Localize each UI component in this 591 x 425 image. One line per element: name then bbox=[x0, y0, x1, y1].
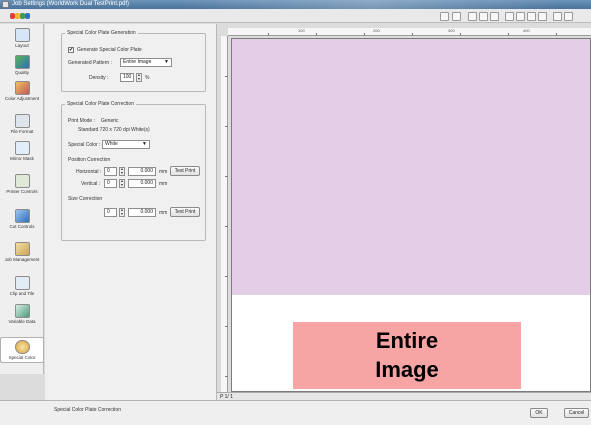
quality-icon bbox=[14, 55, 30, 69]
cut-controls-icon bbox=[14, 209, 30, 223]
generate-checkbox[interactable]: ✔ bbox=[68, 47, 74, 53]
printer-controls-icon bbox=[14, 174, 30, 188]
rotate-button[interactable] bbox=[516, 12, 525, 21]
special-color-label: Special Color : bbox=[68, 142, 101, 148]
brand-logo bbox=[10, 11, 30, 21]
pattern-value: Entire Image bbox=[123, 59, 152, 65]
preview-area: 100 200 300 400 Entire Image P 1/ 1 bbox=[217, 24, 591, 400]
horizontal-stepper[interactable]: ▲ ▼ bbox=[119, 167, 125, 176]
preview-page[interactable]: Entire Image bbox=[231, 38, 591, 392]
position-correction-label: Position Correction bbox=[68, 157, 111, 163]
density-unit: % bbox=[145, 75, 150, 81]
position-test-print-button[interactable]: Test Print bbox=[170, 166, 200, 176]
pan-tool-button[interactable] bbox=[505, 12, 514, 21]
grid-button[interactable] bbox=[527, 12, 536, 21]
resolution-text: Standard 720 x 720 dpi White(s) bbox=[78, 127, 150, 133]
sidebar-item-quality[interactable]: Quality bbox=[0, 55, 44, 75]
size-unit: mm bbox=[159, 210, 168, 216]
ok-button[interactable]: OK bbox=[530, 408, 548, 418]
generation-legend: Special Color Plate Generation bbox=[67, 30, 136, 36]
job-management-icon bbox=[14, 242, 30, 256]
fit-page-button[interactable] bbox=[440, 12, 449, 21]
sidebar-item-layout[interactable]: Layout bbox=[0, 28, 44, 48]
settings-panel: Special Color Plate Generation ✔ Generat… bbox=[45, 24, 217, 407]
fit-width-button[interactable] bbox=[452, 12, 461, 21]
sidebar-item-color-adjustment[interactable]: Color Adjustment bbox=[0, 81, 44, 101]
size-test-print-button[interactable]: Test Print bbox=[170, 207, 200, 217]
print-mode-label: Print Mode : bbox=[68, 118, 95, 124]
sidebar-item-file-format[interactable]: File Format bbox=[0, 114, 44, 134]
sidebar-item-clip-and-tile[interactable]: Clip and Tile bbox=[0, 276, 44, 296]
clip-and-tile-icon bbox=[14, 276, 30, 290]
sidebar-item-mirror-mask[interactable]: Mirror Mask bbox=[0, 141, 44, 161]
generate-label: Generate Special Color Plate bbox=[77, 47, 142, 53]
window-title: Job Settings (WorldWork Dual TestPrint.p… bbox=[12, 1, 130, 7]
ruler-number: 100 bbox=[298, 28, 305, 33]
chevron-down-icon: ▼ bbox=[164, 59, 169, 65]
variable-data-icon bbox=[14, 304, 30, 318]
title-bar: Job Settings (WorldWork Dual TestPrint.p… bbox=[0, 0, 591, 9]
color-adjustment-icon bbox=[14, 81, 30, 95]
chevron-down-icon: ▼ bbox=[142, 141, 147, 147]
horizontal-mm-field: 0.000 bbox=[128, 167, 156, 176]
help-button[interactable] bbox=[564, 12, 573, 21]
size-correction-label: Size Correction bbox=[68, 196, 103, 202]
vertical-ruler bbox=[221, 36, 228, 392]
pattern-overlay-label: Entire Image bbox=[293, 322, 521, 389]
ruler-number: 200 bbox=[373, 28, 380, 33]
size-input[interactable]: 0 bbox=[104, 208, 117, 217]
horizontal-ruler: 100 200 300 400 bbox=[228, 28, 591, 36]
density-label: Density : bbox=[89, 75, 109, 81]
special-color-select[interactable]: White ▼ bbox=[102, 140, 150, 149]
status-text: Special Color Plate Correction bbox=[54, 407, 121, 413]
file-format-icon bbox=[14, 114, 30, 128]
print-mode-value: Generic bbox=[101, 118, 119, 124]
overlay-line-2: Image bbox=[375, 357, 439, 382]
settings-sidebar: Layout Quality Color Adjustment File For… bbox=[0, 24, 44, 374]
zoom-out-button[interactable] bbox=[490, 12, 499, 21]
sidebar-item-special-color[interactable]: Special Color bbox=[0, 337, 44, 363]
app-icon bbox=[2, 1, 9, 8]
vertical-stepper[interactable]: ▲ ▼ bbox=[119, 179, 125, 188]
sidebar-item-variable-data[interactable]: Variable Data bbox=[0, 304, 44, 324]
toolbar bbox=[0, 9, 591, 23]
pointer-tool-button[interactable] bbox=[468, 12, 477, 21]
size-mm-field: 0.000 bbox=[128, 208, 156, 217]
layout-icon bbox=[14, 28, 30, 42]
sidebar-item-job-management[interactable]: Job Management bbox=[0, 242, 44, 262]
size-stepper[interactable]: ▲ ▼ bbox=[119, 208, 125, 217]
overlay-line-1: Entire bbox=[375, 328, 439, 353]
vertical-input[interactable]: 0 bbox=[104, 179, 117, 188]
vertical-label: Vertical : bbox=[81, 181, 101, 187]
sidebar-item-printer-controls[interactable]: Printer Controls bbox=[0, 174, 44, 194]
correction-legend: Special Color Plate Correction bbox=[67, 101, 134, 107]
page-navigation-bar: P 1/ 1 bbox=[217, 392, 591, 400]
cancel-button[interactable]: Cancel bbox=[564, 408, 589, 418]
special-color-icon bbox=[14, 340, 30, 354]
zoom-in-button[interactable] bbox=[479, 12, 488, 21]
sidebar-item-cut-controls[interactable]: Cut Controls bbox=[0, 209, 44, 229]
density-input[interactable]: 100 bbox=[120, 73, 134, 82]
view-button[interactable] bbox=[538, 12, 547, 21]
pattern-select[interactable]: Entire Image ▼ bbox=[120, 58, 172, 67]
dialog-footer: Special Color Plate Correction OK Cancel bbox=[0, 400, 591, 425]
vertical-unit: mm bbox=[159, 181, 168, 187]
horizontal-unit: mm bbox=[159, 169, 168, 175]
settings-button[interactable] bbox=[553, 12, 562, 21]
special-color-value: White bbox=[105, 141, 118, 147]
special-color-plate bbox=[232, 39, 590, 295]
title-bar-glare bbox=[180, 0, 560, 9]
ruler-number: 300 bbox=[448, 28, 455, 33]
generation-group: Special Color Plate Generation ✔ Generat… bbox=[61, 30, 206, 92]
density-stepper[interactable]: ▲ ▼ bbox=[136, 73, 142, 82]
pattern-label: Generated Pattern : bbox=[68, 60, 112, 66]
correction-group: Special Color Plate Correction Print Mod… bbox=[61, 101, 206, 241]
mirror-mask-icon bbox=[14, 141, 30, 155]
horizontal-input[interactable]: 0 bbox=[104, 167, 117, 176]
ruler-number: 400 bbox=[523, 28, 530, 33]
vertical-mm-field: 0.000 bbox=[128, 179, 156, 188]
horizontal-label: Horizontal : bbox=[76, 169, 102, 175]
